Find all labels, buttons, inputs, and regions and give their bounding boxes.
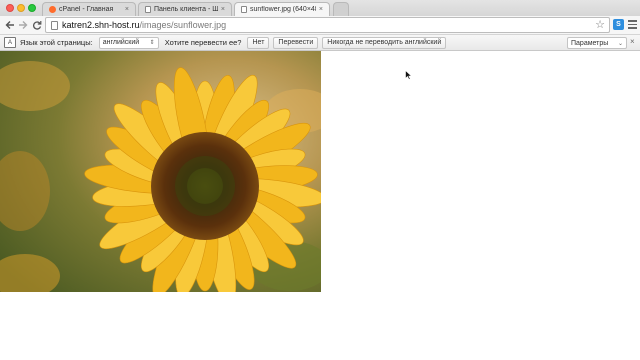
page-language-label: Язык этой страницы:: [20, 38, 93, 47]
cpanel-icon: [49, 6, 56, 13]
no-button[interactable]: Нет: [247, 36, 270, 49]
page-icon: [145, 6, 151, 13]
translate-infobar: A Язык этой страницы: английский ⇕ Хотит…: [0, 34, 640, 51]
options-label: Параметры: [571, 39, 609, 47]
language-select[interactable]: английский ⇕: [98, 36, 159, 49]
reload-button[interactable]: [30, 18, 44, 32]
tab-label: sunflower.jpg (640×480): [250, 6, 316, 13]
minimize-window-button[interactable]: [17, 4, 25, 12]
translate-icon: A: [4, 37, 16, 48]
extension-icon[interactable]: S: [613, 19, 624, 30]
close-icon[interactable]: ×: [125, 6, 129, 13]
reload-icon: [33, 21, 42, 30]
never-translate-button[interactable]: Никогда не переводить английский: [322, 36, 447, 49]
address-bar[interactable]: katren2.shn-host.ru/images/sunflower.jpg…: [45, 17, 610, 33]
select-arrows-icon: ⇕: [149, 40, 155, 46]
bookmark-star-icon[interactable]: ☆: [595, 18, 605, 31]
forward-button[interactable]: [16, 18, 30, 32]
translate-button[interactable]: Перевести: [273, 36, 319, 49]
close-icon[interactable]: ×: [319, 6, 323, 13]
page-icon: [51, 20, 58, 30]
new-tab-button[interactable]: [333, 2, 349, 16]
options-select[interactable]: Параметры ⌄: [567, 37, 627, 49]
tab-label: Панель клиента - Шнайдер: [154, 6, 218, 13]
close-icon[interactable]: ×: [630, 37, 635, 46]
tab-strip: cPanel - Главная × Панель клиента - Шнай…: [0, 0, 640, 16]
mouse-cursor-icon: [405, 70, 412, 80]
url-path: /images/sunflower.jpg: [139, 20, 227, 30]
translate-prompt: Хотите перевести ее?: [164, 38, 242, 47]
back-button[interactable]: [3, 18, 17, 32]
arrow-right-icon: [19, 21, 28, 29]
url-host: katren2.shn-host.ru: [62, 20, 140, 30]
language-value: английский: [102, 39, 140, 46]
close-icon[interactable]: ×: [221, 6, 225, 13]
zoom-window-button[interactable]: [28, 4, 36, 12]
tab-sunflower[interactable]: sunflower.jpg (640×480) ×: [234, 2, 330, 16]
sunflower-image: [0, 51, 321, 292]
close-window-button[interactable]: [6, 4, 14, 12]
menu-icon[interactable]: [628, 19, 637, 30]
page-icon: [241, 6, 247, 13]
sunflower-illustration: [0, 51, 321, 292]
browser-toolbar: katren2.shn-host.ru/images/sunflower.jpg…: [0, 16, 640, 34]
arrow-left-icon: [5, 21, 14, 29]
tab-cpanel[interactable]: cPanel - Главная ×: [42, 2, 136, 16]
chevron-down-icon: ⌄: [617, 40, 623, 47]
tab-label: cPanel - Главная: [59, 6, 114, 13]
tab-client-panel[interactable]: Панель клиента - Шнайдер ×: [138, 2, 232, 16]
